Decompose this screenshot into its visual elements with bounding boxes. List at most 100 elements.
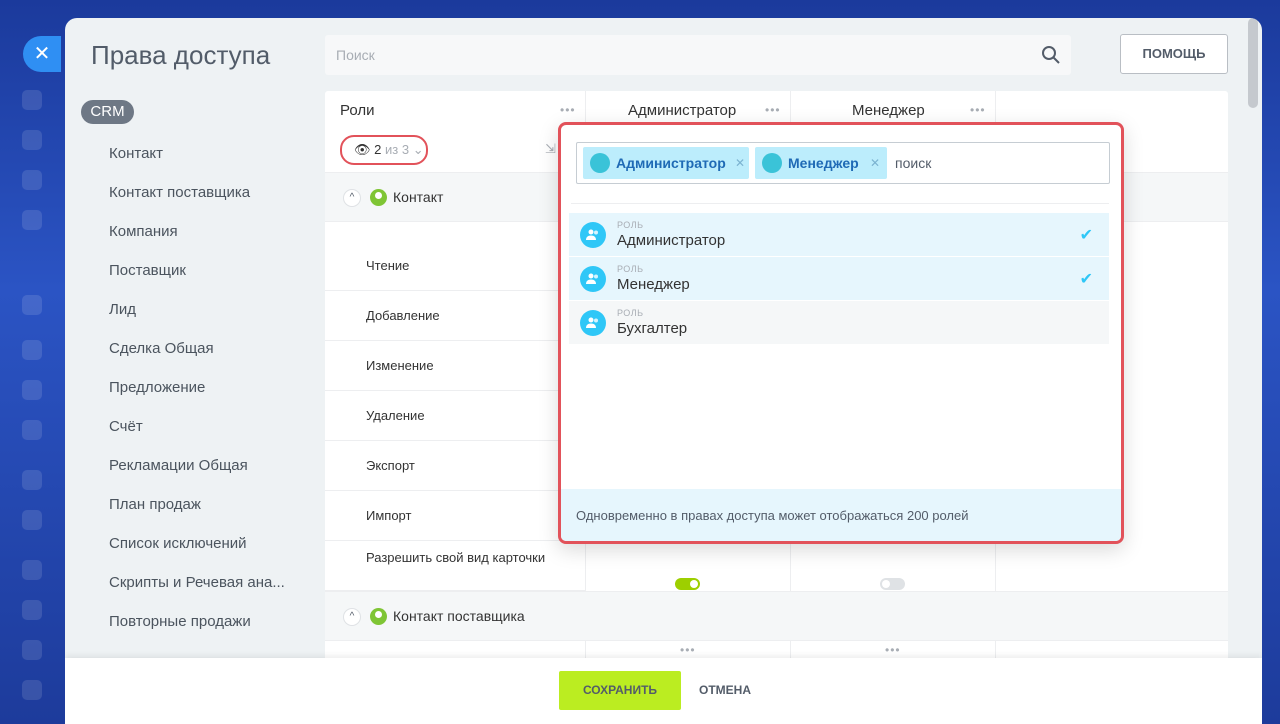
eye-icon: 👁: [354, 142, 371, 157]
rail-icon: [22, 295, 42, 315]
sidebar-item-deal[interactable]: Сделка Общая: [109, 339, 285, 378]
section-label: Контакт поставщика: [393, 608, 525, 624]
role-option-accountant[interactable]: РОЛЬ Бухгалтер: [569, 301, 1109, 344]
sidebar-item-invoice[interactable]: Счёт: [109, 417, 285, 456]
toggle-knob: [882, 580, 890, 588]
option-caption: РОЛЬ: [617, 220, 644, 230]
tag-manager[interactable]: Менеджер ✕: [755, 147, 887, 179]
rail-icon: [22, 90, 42, 110]
role-option-admin[interactable]: РОЛЬ Администратор ✔: [569, 213, 1109, 256]
scrollbar[interactable]: [1248, 18, 1258, 108]
tag-label: Менеджер: [788, 155, 859, 171]
tag-label: Администратор: [616, 155, 726, 171]
chevron-down-icon: ⌄: [412, 142, 424, 157]
rail-icon: [22, 380, 42, 400]
rail-icon: [22, 680, 42, 700]
footer-bar: СОХРАНИТЬ ОТМЕНА: [65, 658, 1262, 724]
page-title: Права доступа: [91, 40, 271, 70]
rail-icon: [22, 130, 42, 150]
person-icon: [370, 189, 387, 206]
row-label: Экспорт: [366, 458, 415, 473]
search-icon[interactable]: [1041, 45, 1061, 65]
search-input[interactable]: Поиск: [325, 35, 1071, 75]
option-caption: РОЛЬ: [617, 264, 644, 274]
role-option-manager[interactable]: РОЛЬ Менеджер ✔: [569, 257, 1109, 300]
option-caption: РОЛЬ: [617, 308, 644, 318]
role-tag-input[interactable]: Администратор ✕ Менеджер ✕ поиск: [576, 142, 1110, 184]
manager-cell-menu-icon[interactable]: •••: [885, 643, 901, 657]
search-placeholder: Поиск: [336, 47, 375, 63]
row-label: Разрешить свой вид карточки: [366, 550, 546, 565]
sidebar-item-supplier-contact[interactable]: Контакт поставщика: [109, 183, 285, 222]
sidebar-item-contact[interactable]: Контакт: [109, 144, 285, 183]
rail-icon: [22, 510, 42, 530]
sidebar-item-exclusions[interactable]: Список исключений: [109, 534, 285, 573]
rail-icon: [22, 600, 42, 620]
help-button[interactable]: ПОМОЩЬ: [1120, 34, 1228, 74]
popup-footer-text: Одновременно в правах доступа может отоб…: [576, 508, 969, 523]
manager-menu-icon[interactable]: •••: [970, 103, 986, 117]
column-header-admin: Администратор: [628, 102, 737, 119]
group-icon: [580, 222, 606, 248]
table-row: Чтение: [325, 241, 585, 291]
filter-total: из 3: [385, 142, 410, 157]
checkmark-icon: ✔: [1079, 227, 1093, 244]
sidebar-item-scripts[interactable]: Скрипты и Речевая ана...: [109, 573, 285, 612]
card-view-toggle-admin[interactable]: [675, 578, 700, 590]
remove-tag-icon[interactable]: ✕: [735, 147, 745, 179]
sidebar-menu: Контакт Контакт поставщика Компания Пост…: [109, 144, 285, 651]
table-row: Разрешить свой вид карточки: [325, 541, 585, 591]
sidebar-item-repeat-sales[interactable]: Повторные продажи: [109, 612, 285, 651]
roles-menu-icon[interactable]: •••: [560, 103, 576, 117]
group-icon: [580, 266, 606, 292]
table-row: Импорт: [325, 491, 585, 541]
rail-icon: [22, 340, 42, 360]
roles-header: Роли: [340, 102, 375, 119]
rail-icon: [22, 560, 42, 580]
sidebar-item-company[interactable]: Компания: [109, 222, 285, 261]
row-label: Чтение: [366, 258, 410, 273]
rail-icon: [22, 210, 42, 230]
row-label: Изменение: [366, 358, 434, 373]
group-icon: [762, 153, 782, 173]
sidebar-item-lead[interactable]: Лид: [109, 300, 285, 339]
tag-search-text[interactable]: поиск: [895, 155, 931, 171]
sidebar-item-sales-plan[interactable]: План продаж: [109, 495, 285, 534]
chevron-up-icon[interactable]: ^: [343, 608, 361, 626]
chevron-up-icon[interactable]: ^: [343, 189, 361, 207]
admin-cell-menu-icon[interactable]: •••: [680, 643, 696, 657]
row-label: Импорт: [366, 508, 412, 523]
table-row: Экспорт: [325, 441, 585, 491]
cancel-button[interactable]: ОТМЕНА: [697, 671, 753, 710]
card-view-toggle-manager[interactable]: [880, 578, 905, 590]
admin-menu-icon[interactable]: •••: [765, 103, 781, 117]
role-selector-popup: Администратор ✕ Менеджер ✕ поиск РОЛЬ Ад…: [558, 122, 1124, 544]
popup-footer: Одновременно в правах доступа может отоб…: [561, 489, 1121, 541]
rail-icon: [22, 170, 42, 190]
checkmark-icon: ✔: [1079, 271, 1093, 288]
sidebar-item-quote[interactable]: Предложение: [109, 378, 285, 417]
save-button[interactable]: СОХРАНИТЬ: [559, 671, 681, 710]
row-label: Добавление: [366, 308, 440, 323]
divider: [571, 203, 1109, 204]
close-icon: ✕: [33, 43, 51, 65]
close-button[interactable]: ✕: [23, 36, 61, 72]
tag-admin[interactable]: Администратор ✕: [583, 147, 749, 179]
table-row: Изменение: [325, 341, 585, 391]
group-icon: [590, 153, 610, 173]
group-icon: [580, 310, 606, 336]
section-label: Контакт: [393, 189, 444, 205]
option-name: Бухгалтер: [617, 320, 688, 337]
table-row: Добавление: [325, 291, 585, 341]
sidebar-item-supplier[interactable]: Поставщик: [109, 261, 285, 300]
role-filter-toggle[interactable]: 👁 2 из 3 ⌄: [340, 135, 428, 165]
column-header-manager: Менеджер: [852, 102, 925, 119]
remove-tag-icon[interactable]: ✕: [870, 147, 880, 179]
crm-badge[interactable]: CRM: [81, 100, 134, 124]
person-icon: [370, 608, 387, 625]
table-row: Удаление: [325, 391, 585, 441]
option-name: Администратор: [617, 232, 726, 249]
rail-icon: [22, 470, 42, 490]
sidebar-item-claims[interactable]: Рекламации Общая: [109, 456, 285, 495]
collapse-columns-icon[interactable]: ⇲: [545, 141, 556, 157]
